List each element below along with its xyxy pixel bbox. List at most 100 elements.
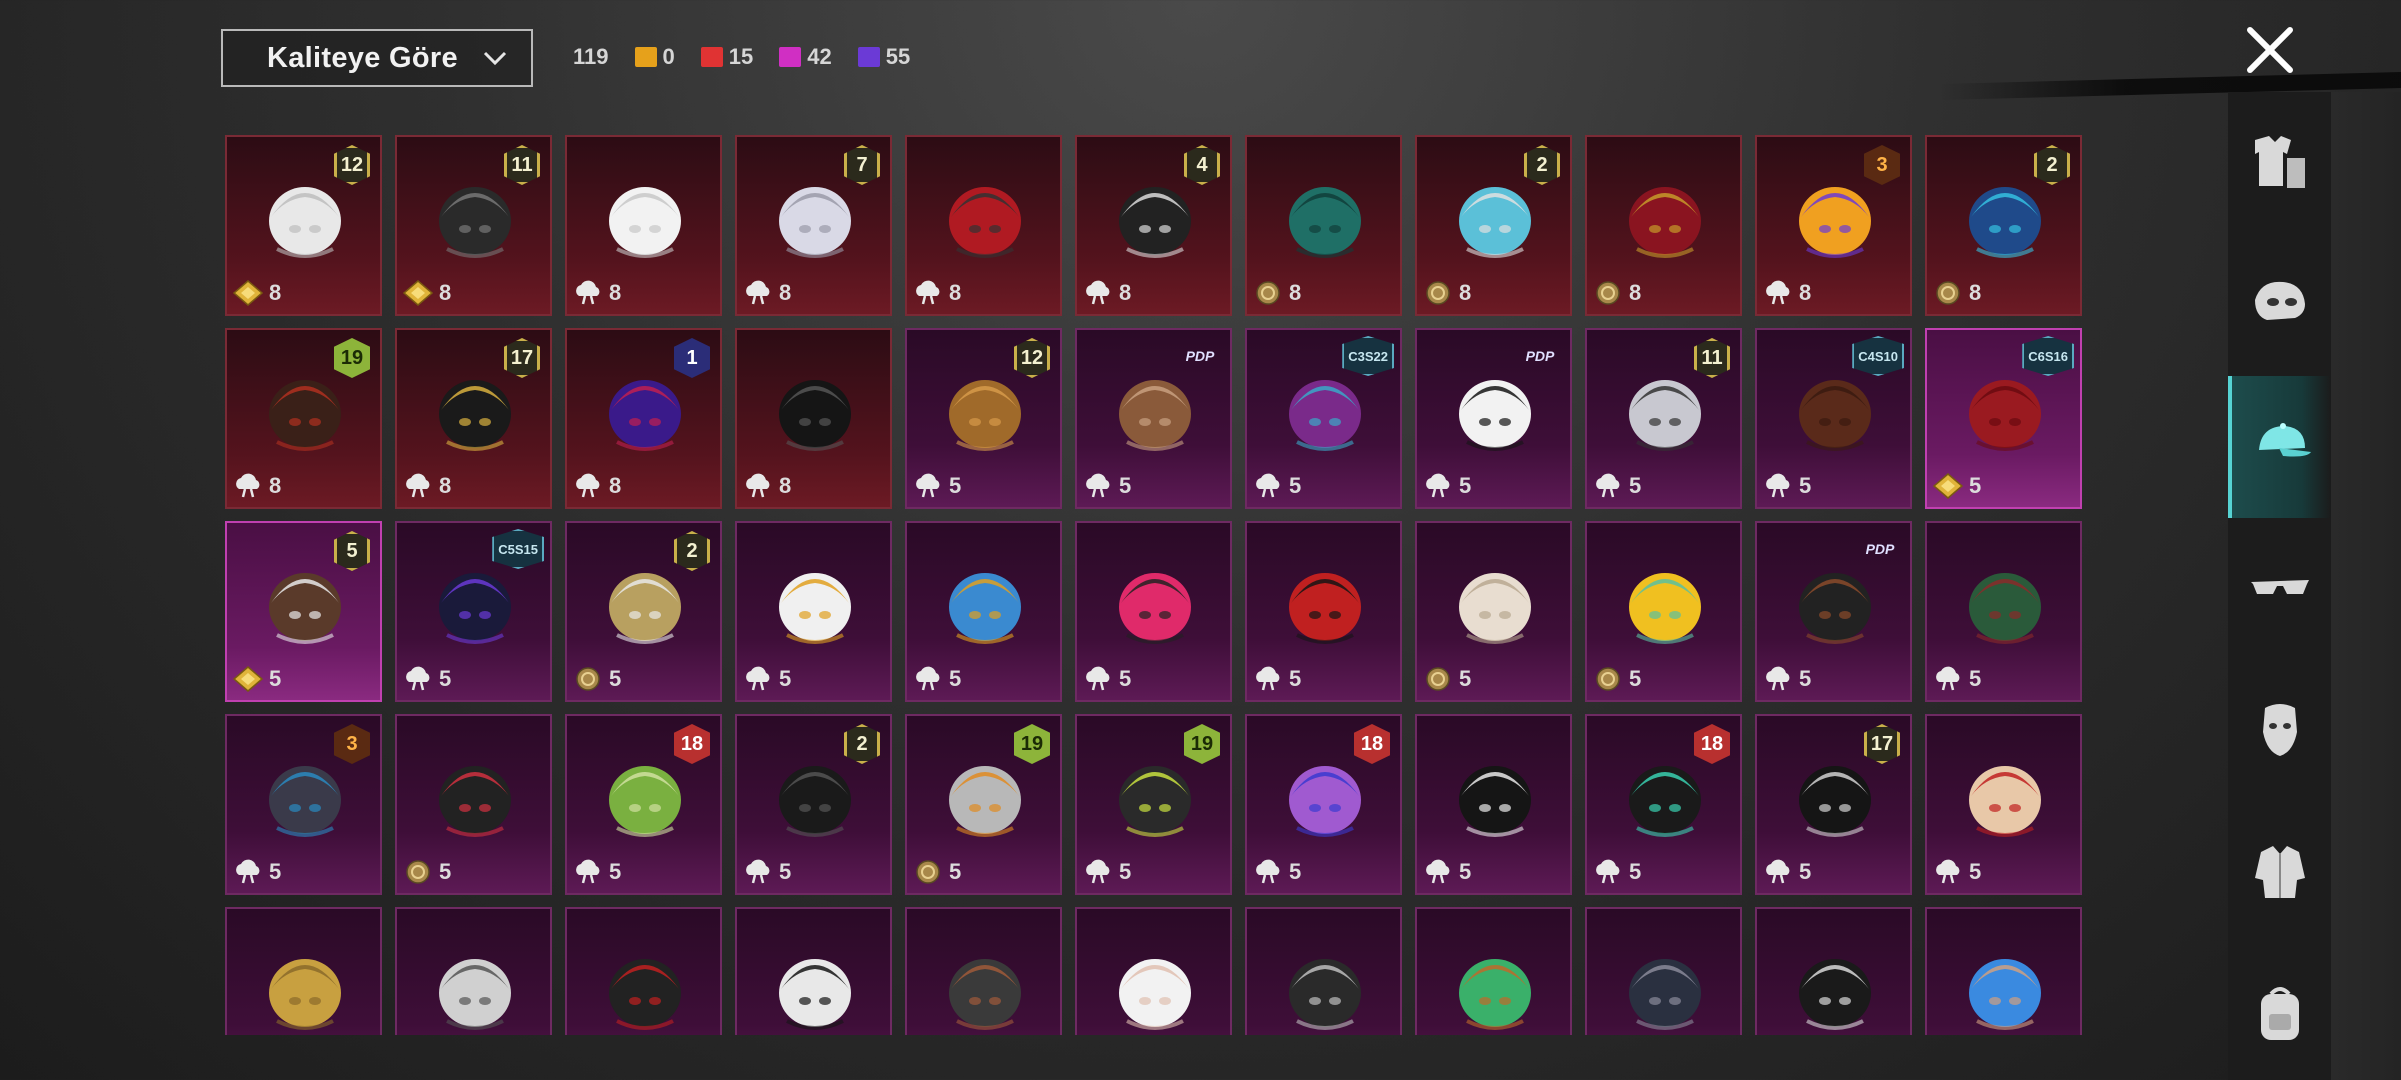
item-card[interactable]: 17 8 [395,328,552,509]
item-cost: 5 [269,666,282,691]
cloud-currency-icon [1083,473,1113,499]
item-card[interactable]: 5 [1415,521,1572,702]
item-card[interactable]: 55 [225,521,382,702]
item-card[interactable]: 12 5 [905,328,1062,509]
item-card[interactable]: 18 [565,328,722,509]
item-card[interactable]: C5S15 5 [395,521,552,702]
item-card[interactable] [1075,907,1232,1035]
item-cost: 8 [1969,280,1982,305]
category-tab-face[interactable] [2228,660,2331,802]
item-card[interactable]: 5 [1075,521,1232,702]
item-cost: 5 [1459,666,1472,691]
item-price: 8 [1933,280,1981,306]
item-price: 8 [913,280,961,306]
item-card[interactable]: 5 [1415,714,1572,895]
ghost-hair-icon [1275,931,1375,1035]
cloud-currency-icon [1253,473,1283,499]
item-card[interactable] [1585,907,1742,1035]
item-price: 8 [402,280,451,306]
item-card[interactable] [1755,907,1912,1035]
item-cost: 5 [1799,473,1812,498]
item-card[interactable]: 19 8 [225,328,382,509]
item-card[interactable]: 12 8 [225,135,382,316]
cloud-currency-icon [1763,859,1793,885]
item-card[interactable]: 8 [735,328,892,509]
item-card[interactable]: 5 [395,714,552,895]
item-card[interactable] [1415,907,1572,1035]
frog-hat-icon [1445,931,1545,1035]
season-tag: PDP [1185,348,1215,364]
item-card[interactable] [395,907,552,1035]
item-card[interactable]: 8 [905,135,1062,316]
item-card[interactable]: 8 [565,135,722,316]
category-tab-backpack[interactable] [2228,944,2331,1080]
item-card[interactable]: 19 5 [905,714,1062,895]
item-price: 5 [1253,666,1301,692]
item-price: 5 [1593,473,1641,499]
item-card[interactable]: 5 [1585,521,1742,702]
category-sidebar-edge [2331,92,2401,1080]
item-card[interactable]: 18 5 [1245,714,1402,895]
item-card[interactable] [905,907,1062,1035]
item-price: 5 [743,666,791,692]
item-card[interactable] [1245,907,1402,1035]
item-card[interactable]: 28 [1415,135,1572,316]
cloud-currency-icon [1933,666,1963,692]
item-price: 5 [1932,473,1981,499]
item-card[interactable]: 5 [905,521,1062,702]
item-card[interactable]: 5 [1925,521,2082,702]
item-price: 5 [232,666,282,692]
item-card[interactable]: PDP 5 [1755,521,1912,702]
item-card[interactable]: 8 [1245,135,1402,316]
item-card[interactable]: 18 5 [1585,714,1742,895]
cloud-currency-icon [743,473,773,499]
item-card[interactable]: 48 [1075,135,1232,316]
item-card[interactable]: 11 5 [1585,328,1742,509]
item-card[interactable]: 18 5 [565,714,722,895]
category-tab-outfit[interactable] [2228,92,2331,234]
category-tab-jacket[interactable] [2228,802,2331,944]
item-card[interactable]: PDP 5 [1415,328,1572,509]
cloud-currency-icon [1423,859,1453,885]
item-cost: 5 [1629,473,1642,498]
item-card[interactable]: 8 [1585,135,1742,316]
item-card[interactable]: 19 5 [1075,714,1232,895]
category-tab-mask[interactable] [2228,234,2331,376]
item-cost: 5 [1799,666,1812,691]
item-card[interactable] [565,907,722,1035]
category-tab-cap[interactable] [2228,376,2331,518]
item-card[interactable]: 28 [1925,135,2082,316]
item-price: 5 [1763,473,1811,499]
item-card[interactable]: 25 [735,714,892,895]
item-cost: 5 [1119,859,1132,884]
close-button[interactable] [2240,20,2300,80]
item-cost: 5 [1119,473,1132,498]
item-card[interactable]: C3S22 5 [1245,328,1402,509]
item-card[interactable]: 35 [225,714,382,895]
item-cost: 8 [1629,280,1642,305]
rarity-swatch-red [700,47,723,67]
item-card[interactable]: 5 [735,521,892,702]
item-card[interactable]: 5 [1245,521,1402,702]
item-card[interactable]: C6S16 5 [1925,328,2082,509]
item-card[interactable] [225,907,382,1035]
item-card[interactable]: 78 [735,135,892,316]
item-price: 5 [1763,859,1811,885]
item-cost: 8 [439,473,452,498]
item-price: 8 [232,280,281,306]
item-card[interactable]: 5 [1925,714,2082,895]
item-cost: 5 [609,666,622,691]
item-card[interactable]: 38 [1755,135,1912,316]
sort-dropdown[interactable]: Kaliteye Göre [221,29,533,87]
cat-mask-icon [425,738,525,848]
item-card[interactable]: 17 5 [1755,714,1912,895]
category-tab-glasses[interactable] [2228,518,2331,660]
item-cost: 5 [1289,859,1302,884]
item-card[interactable] [1925,907,2082,1035]
item-card[interactable]: PDP 5 [1075,328,1232,509]
rarity-count: 0 [634,44,675,70]
item-card[interactable]: 11 8 [395,135,552,316]
item-card[interactable]: 25 [565,521,722,702]
item-card[interactable] [735,907,892,1035]
item-card[interactable]: C4S10 5 [1755,328,1912,509]
